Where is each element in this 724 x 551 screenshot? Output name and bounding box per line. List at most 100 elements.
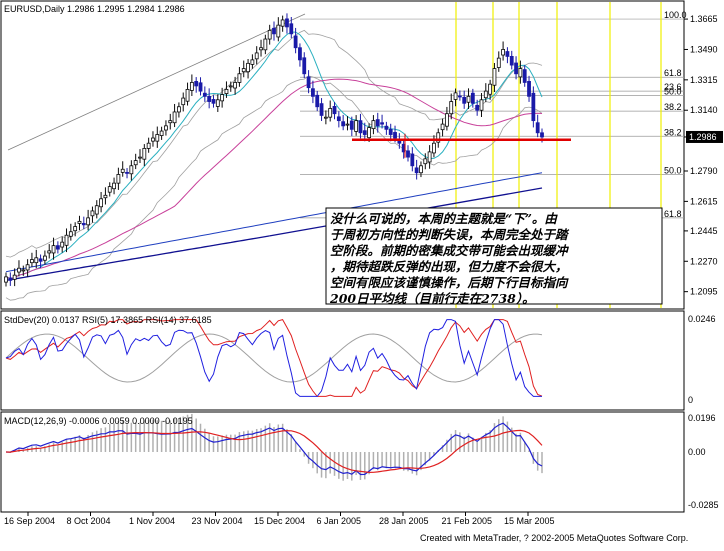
x-tick-label: 28 Jan 2005 [379,516,429,526]
candle-body [388,128,393,135]
candle-body [371,120,376,130]
candle-body [423,158,428,165]
fib-level-label: 38.2 [664,127,682,137]
fib-level-label: 38.2 [664,102,682,112]
annotation-line-1: 没什么可说的，本周的主题就是“下”。由 [330,211,558,226]
candle-body [68,231,73,237]
candle-body [60,241,65,248]
indicator-panel-title: StdDev(20) 0.0137 RSI(5) 17.3865 RSI(14)… [4,315,212,325]
candle-body [518,68,523,78]
candle-body [185,88,190,102]
x-tick-label: 21 Feb 2005 [442,516,493,526]
candle-body [272,27,276,35]
candle-body [146,142,151,149]
candle-body [362,130,367,135]
candle-body [479,99,484,111]
candle-body [354,120,359,132]
candle-body [21,269,26,272]
candle-body [311,88,315,97]
candle-body [289,23,294,35]
candle-body [207,95,212,102]
candle-body [488,83,493,95]
candle-body [241,68,246,73]
candle-body [298,47,302,61]
chart-canvas[interactable]: 100.061.823.650.038.238.250.061.8 1.3665… [0,0,724,546]
candle-body [259,47,263,51]
annotation-line-5: 空间有限应该谨慎操作，后期下行目标指向 [330,275,569,290]
annotation-line-4: ，期待超跌反弹的出现，但力度不会很大， [330,259,568,274]
macd-panel-title: MACD(12,26,9) -0.0006 0.0059 0.0000 -0.0… [4,416,193,426]
y-tick-label: 1.2270 [690,256,718,266]
candle-body [194,81,199,87]
candle-body [164,125,168,131]
candle-body [202,92,207,97]
candle-body [414,167,419,174]
candle-body [367,127,371,139]
candle-body [341,121,346,127]
fib-level-label: 50.0 [664,86,682,96]
candle-body [224,88,229,94]
stddev-rsi-panel[interactable] [0,310,685,411]
fib-level-label: 100.0 [664,10,687,20]
candle-body [267,29,272,40]
candle-body [112,182,116,190]
candle-body [427,151,432,163]
candle-body [410,153,415,167]
candle-body [306,76,311,89]
candle-body [483,90,488,99]
candle-body [129,165,134,175]
candle-body [73,226,78,232]
candle-body [64,234,69,246]
candle-body [168,120,173,124]
candle-body [254,52,259,60]
candle-body [99,198,103,208]
candle-body [12,274,17,280]
candle-body [522,69,527,83]
candle-body [159,130,164,136]
candle-body [319,103,324,116]
candle-body [177,106,181,113]
candle-body [94,205,99,215]
candle-body [17,267,21,273]
candle-body [466,95,471,103]
candle-body [397,140,402,144]
candle-body [43,255,47,261]
candle-body [8,277,13,281]
macd-y-tick-label: -0.0285 [688,500,719,510]
candle-body [462,96,467,104]
annotation-line-6: 200日平均线（目前行走在2738）。 [329,291,535,306]
candle-body [496,57,501,68]
candle-body [228,85,233,88]
candle-body [432,142,436,154]
candle-body [280,19,285,27]
macd-y-tick-label: 0.0196 [688,413,716,423]
candle-body [540,132,544,138]
candle-body [155,134,160,142]
candle-body [384,125,389,130]
annotation-line-2: 于周初方向性的判断失误，本周完全处于踏 [330,227,570,242]
footer-credit: Created with MetaTrader, ? 2002-2005 Met… [420,533,688,543]
candle-body [138,156,142,159]
y-tick-label: 1.2095 [690,287,718,297]
candle-body [211,99,216,104]
x-tick-label: 1 Nov 2004 [129,516,175,526]
main-panel-title: EURUSD,Daily 1.2986 1.2995 1.2984 1.2986 [4,4,185,14]
x-tick-label: 15 Mar 2005 [504,516,555,526]
candle-body [406,150,410,158]
x-tick-label: 16 Sep 2004 [4,516,55,526]
candle-body [51,245,56,254]
candle-body [445,113,449,127]
candle-body [509,56,514,66]
candle-body [86,217,91,226]
candle-body [336,116,341,122]
candle-body [81,223,86,226]
candle-body [220,94,225,102]
candle-body [505,51,510,57]
candle-body [453,92,458,100]
candle-body [345,123,350,126]
candle-body [4,276,8,283]
candle-body [142,148,147,160]
candle-body [77,220,82,224]
x-tick-label: 8 Oct 2004 [67,516,111,526]
candle-body [358,120,363,134]
